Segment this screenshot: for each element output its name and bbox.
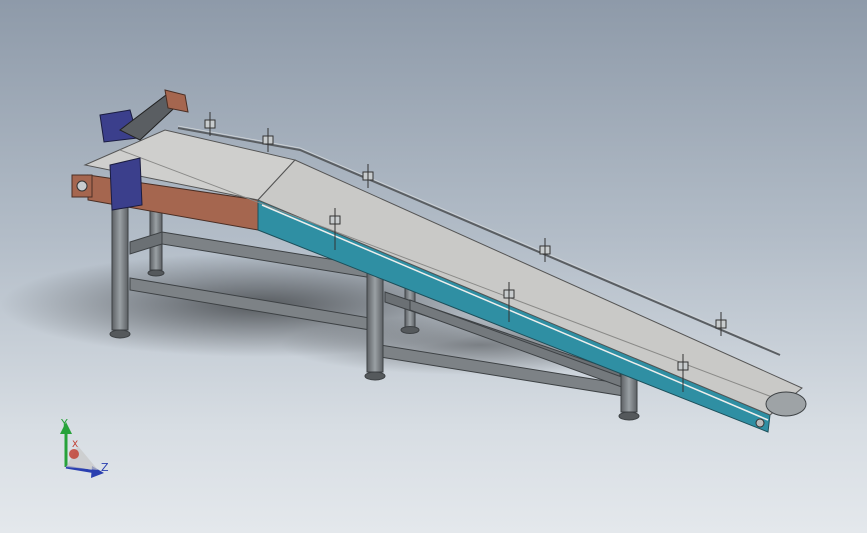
graphics-viewport[interactable]: Y X Z xyxy=(0,0,867,533)
x-axis-plane xyxy=(66,446,98,470)
z-axis-label: Z xyxy=(101,461,109,474)
y-axis-label: Y xyxy=(61,417,68,430)
tail-roller-bolt xyxy=(755,418,765,428)
tail-roller xyxy=(765,391,807,417)
conveyor-3d-model[interactable] xyxy=(0,0,867,533)
x-axis-label: X xyxy=(72,440,79,450)
